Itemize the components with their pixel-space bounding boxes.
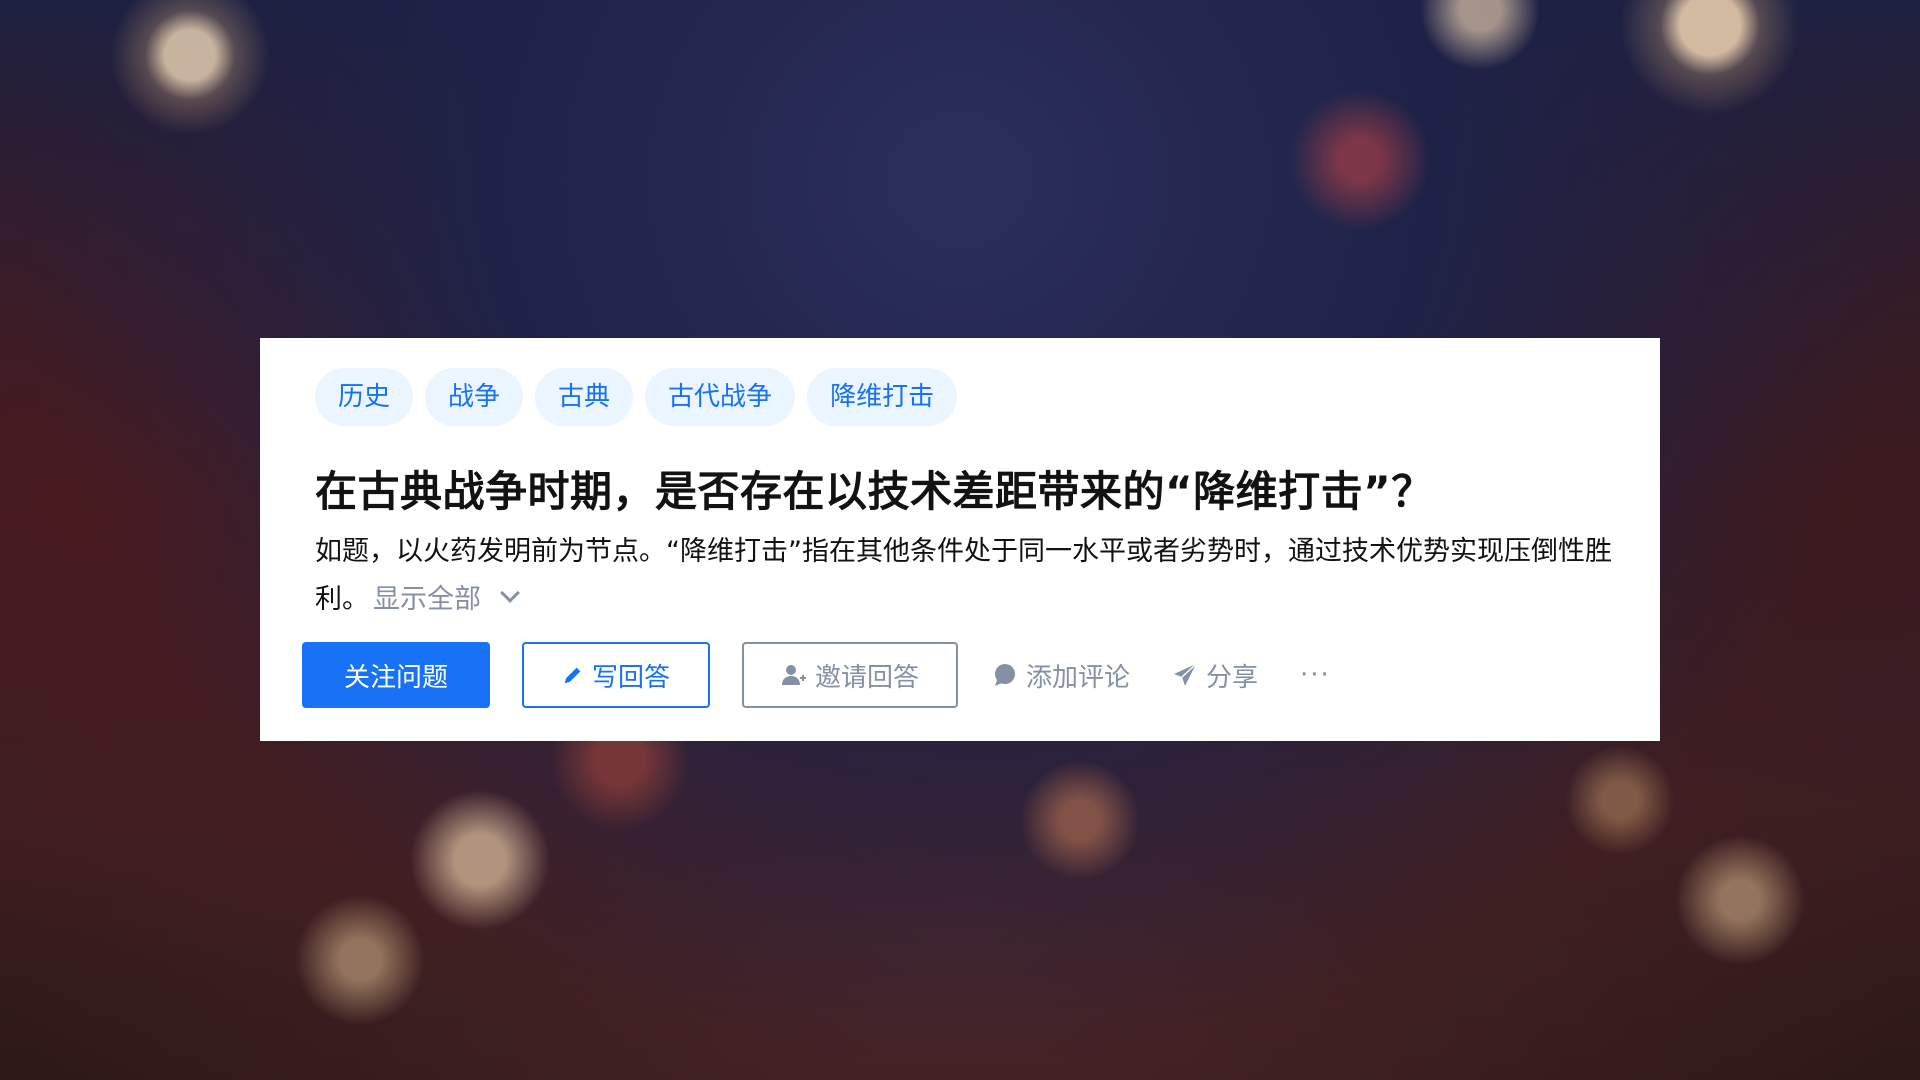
invite-answer-button[interactable]: 邀请回答 — [742, 642, 958, 708]
chevron-down-icon — [500, 583, 520, 603]
question-header-card: 历史 战争 古典 古代战争 降维打击 在古典战争时期，是否存在以技术差距带来的“… — [260, 338, 1660, 741]
follow-question-button[interactable]: 关注问题 — [302, 642, 490, 708]
follow-question-label: 关注问题 — [343, 662, 448, 693]
more-options-button[interactable]: ··· — [1300, 660, 1331, 690]
pencil-icon — [562, 664, 584, 686]
share-button[interactable]: 分享 — [1172, 657, 1258, 694]
topic-tag[interactable]: 历史 — [315, 368, 414, 426]
topic-tag[interactable]: 降维打击 — [807, 368, 958, 426]
invite-user-icon — [781, 662, 807, 688]
show-all-label: 显示全部 — [373, 584, 481, 615]
add-comment-button[interactable]: 添加评论 — [992, 657, 1130, 694]
question-action-bar: 关注问题 写回答 邀请回答 添加评论 分享 ··· — [302, 642, 1331, 708]
share-label: 分享 — [1206, 662, 1259, 693]
topic-tag[interactable]: 战争 — [425, 368, 524, 426]
show-all-button[interactable]: 显示全部 — [373, 583, 520, 615]
comment-bubble-icon — [992, 662, 1018, 688]
add-comment-label: 添加评论 — [1026, 662, 1131, 693]
question-title: 在古典战争时期，是否存在以技术差距带来的“降维打击”？ — [315, 467, 1434, 516]
write-answer-label: 写回答 — [591, 662, 670, 693]
topic-tag[interactable]: 古代战争 — [645, 368, 796, 426]
write-answer-button[interactable]: 写回答 — [522, 642, 710, 708]
topic-tag-list: 历史 战争 古典 古代战争 降维打击 — [315, 368, 958, 426]
invite-answer-label: 邀请回答 — [814, 662, 919, 693]
topic-tag[interactable]: 古典 — [535, 368, 634, 426]
question-description-block: 如题，以火药发明前为节点。“降维打击”指在其他条件处于同一水平或者劣势时，通过技… — [315, 528, 1615, 624]
paper-plane-icon — [1172, 662, 1198, 688]
